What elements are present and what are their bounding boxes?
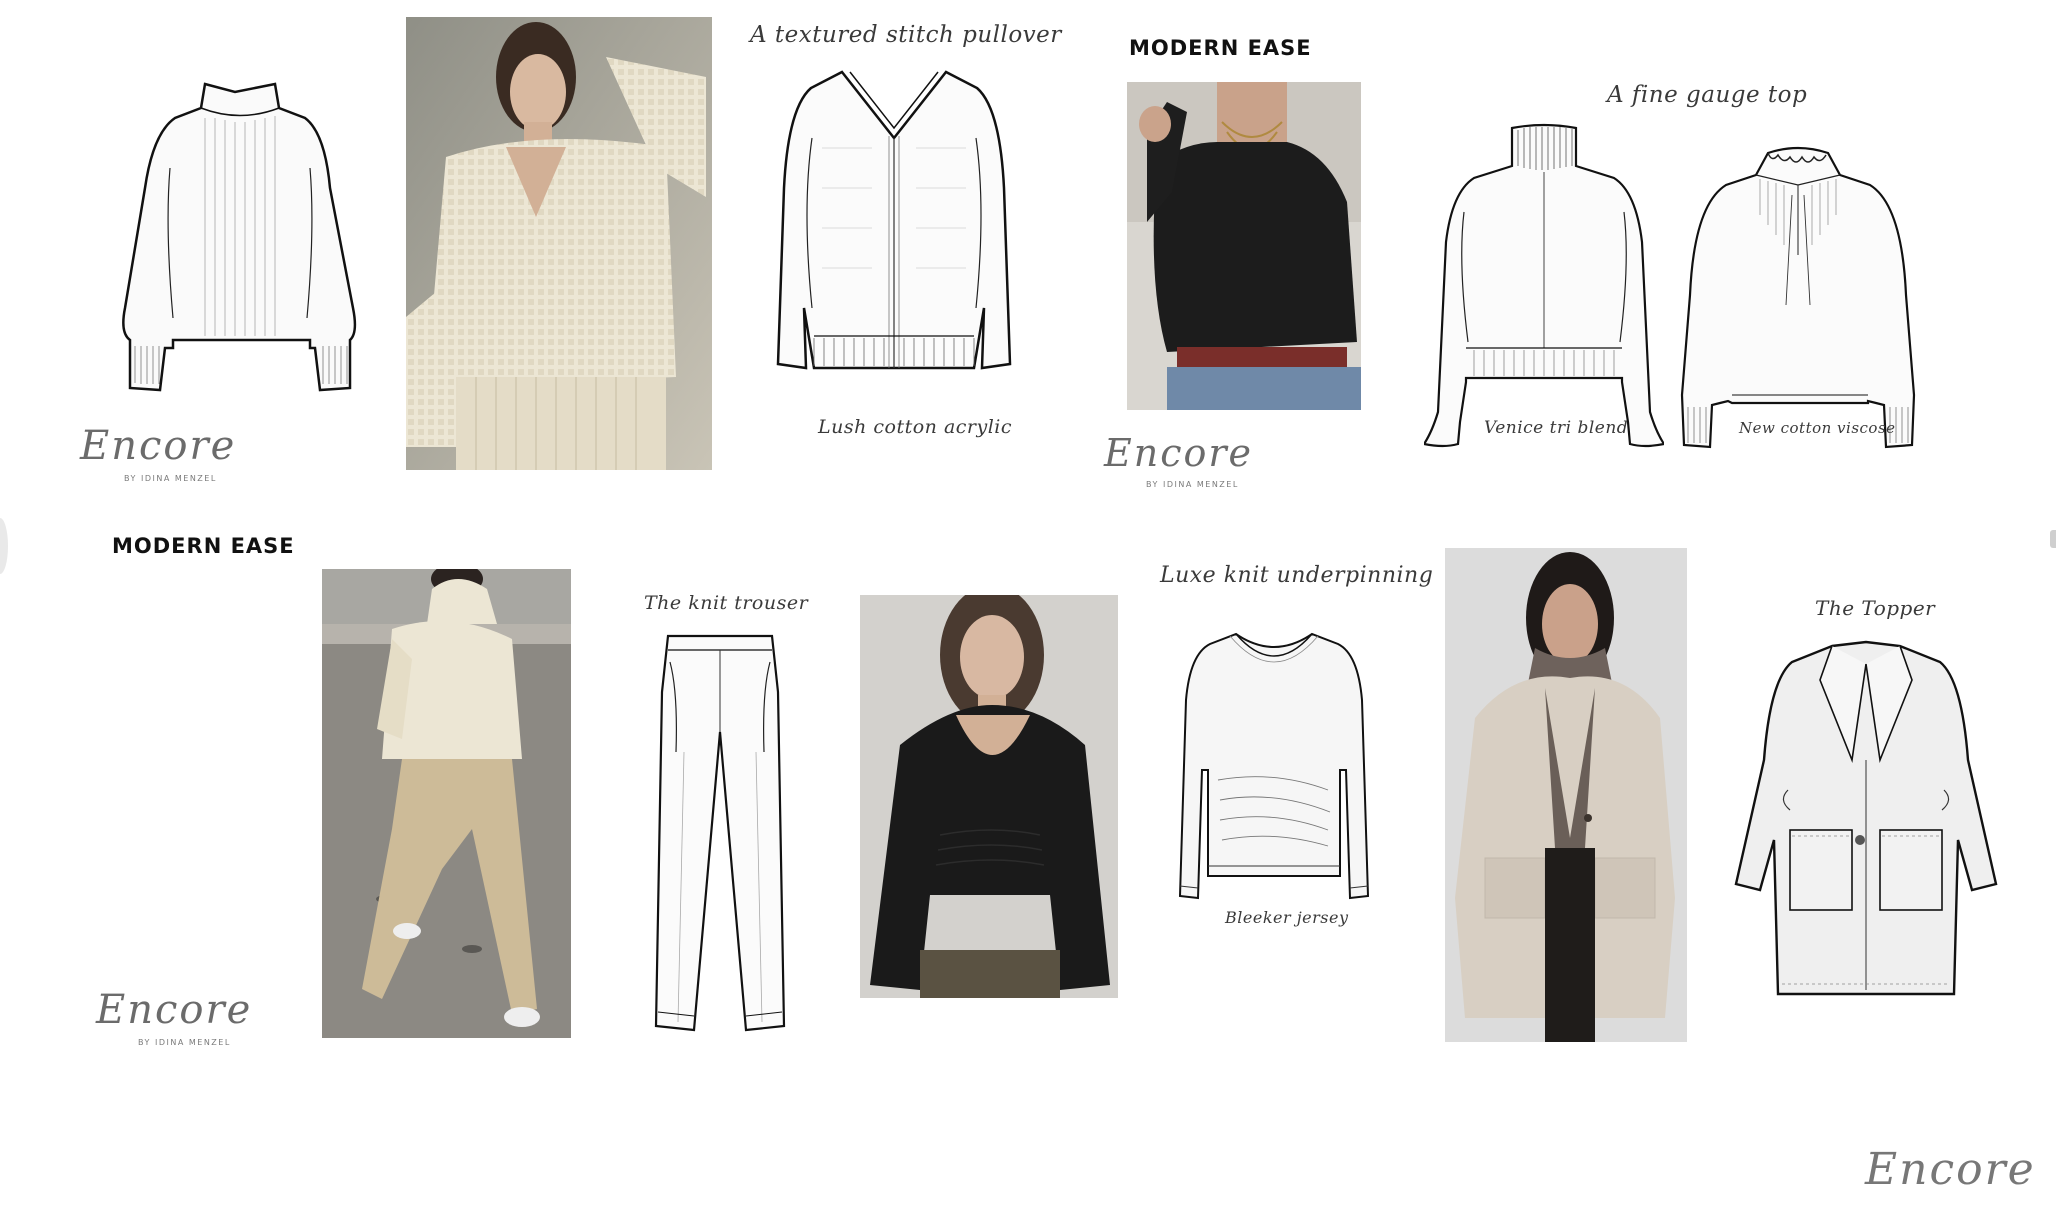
textured-pullover-title: A textured stitch pullover bbox=[750, 22, 1062, 48]
black-scoop-neck-jersey-photo bbox=[860, 595, 1118, 998]
encore-logo-tagline: BY IDINA MENZEL bbox=[138, 1038, 231, 1047]
encore-logo-text: Encore bbox=[96, 987, 253, 1033]
encore-logo-top-left: Encore BY IDINA MENZEL bbox=[80, 418, 237, 508]
lush-cotton-acrylic-caption: Lush cotton acrylic bbox=[818, 416, 1013, 438]
cream-sweater-camel-trouser-photo bbox=[322, 569, 571, 1038]
encore-logo-top-middle: Encore BY IDINA MENZEL bbox=[1104, 426, 1254, 516]
encore-logo-bottom-left: Encore BY IDINA MENZEL bbox=[96, 982, 253, 1062]
cream-textured-sweater-photo bbox=[406, 17, 712, 470]
bleeker-jersey-caption: Bleeker jersey bbox=[1225, 908, 1349, 927]
encore-logo-text: Encore bbox=[1104, 431, 1254, 475]
funnel-neck-sweater-sketch bbox=[115, 78, 365, 396]
oatmeal-coat-photo bbox=[1445, 548, 1687, 1042]
encore-footer-logo: Encore bbox=[1865, 1142, 2036, 1202]
encore-logo-tagline: BY IDINA MENZEL bbox=[124, 474, 217, 483]
ruffle-neck-blouse-sketch bbox=[1680, 145, 1916, 450]
topper-coat-sketch bbox=[1732, 640, 2000, 1000]
black-fine-knit-photo bbox=[1127, 82, 1361, 410]
luxe-knit-underpinning-title: Luxe knit underpinning bbox=[1160, 563, 1434, 588]
slide-nav-edge-left[interactable] bbox=[0, 518, 8, 574]
new-cotton-viscose-caption: New cotton viscose bbox=[1739, 419, 1896, 437]
knit-trouser-sketch bbox=[654, 632, 786, 1032]
fine-gauge-top-title: A fine gauge top bbox=[1607, 82, 1808, 108]
encore-logo-text: Encore bbox=[80, 423, 237, 469]
knit-trouser-title: The knit trouser bbox=[644, 592, 809, 614]
encore-footer-logo-text: Encore bbox=[1865, 1144, 2036, 1195]
modern-ease-heading-top: MODERN EASE bbox=[1129, 36, 1312, 60]
the-topper-title: The Topper bbox=[1815, 596, 1936, 620]
slide-nav-edge-right[interactable] bbox=[2050, 530, 2056, 548]
modern-ease-heading-bottom: MODERN EASE bbox=[112, 534, 295, 558]
v-neck-pullover-sketch bbox=[772, 68, 1016, 380]
venice-tri-blend-caption: Venice tri blend bbox=[1484, 418, 1629, 438]
encore-logo-tagline: BY IDINA MENZEL bbox=[1146, 480, 1239, 489]
scoop-neck-jersey-sketch bbox=[1178, 630, 1370, 904]
mock-neck-sweater-sketch bbox=[1424, 122, 1664, 452]
